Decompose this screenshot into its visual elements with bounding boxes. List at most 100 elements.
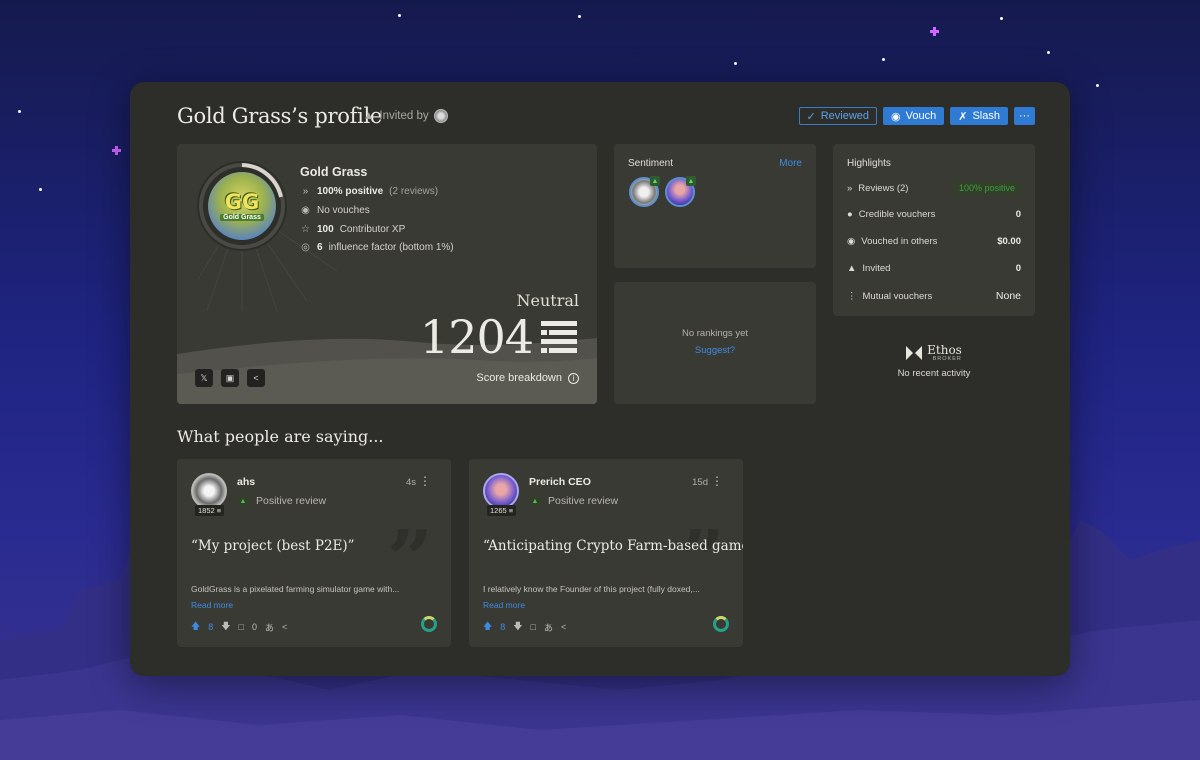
people-icon: ● (847, 209, 853, 220)
influence-icon: ◎ (301, 242, 310, 253)
star-icon: ☆ (301, 224, 310, 235)
translate-icon[interactable]: あ (265, 621, 274, 634)
highlight-mutual-vouchers[interactable]: ⋮ Mutual vouchers None (847, 290, 1021, 302)
suggest-link[interactable]: Suggest? (614, 345, 816, 356)
ethos-sub: BROKER (932, 356, 962, 362)
no-rankings-text: No rankings yet (681, 328, 748, 339)
review-snippet: GoldGrass is a pixelated farming simulat… (191, 584, 400, 594)
reviews-count: (2 reviews) (389, 186, 439, 197)
highlights-title: Highlights (847, 158, 891, 169)
review-type: ▲ Positive review (237, 495, 326, 507)
profile-avatar[interactable]: GG Gold Grass (208, 172, 276, 240)
profile-panel: Gold Grass’s profile ▲ Invited by ✓ Revi… (130, 82, 1070, 676)
social-links: 𝕏 ▣ < (195, 369, 265, 387)
positive-badge: 100% positive (952, 181, 1021, 195)
invite-icon: ▲ (363, 110, 375, 122)
comment-icon[interactable]: □ (531, 622, 536, 632)
vouch-icon: ◉ (847, 236, 856, 247)
slash-button[interactable]: ✗ Slash (950, 107, 1008, 125)
review-status-icon (421, 616, 437, 632)
review-footer: 🡅 8 🡇 □ あ < (483, 619, 566, 635)
inviter-avatar[interactable] (433, 109, 448, 123)
translate-icon[interactable]: あ (544, 621, 553, 634)
comment-icon[interactable]: □ (239, 622, 244, 632)
upvote-icon[interactable]: 🡅 (191, 619, 200, 635)
mutual-value: None (995, 290, 1021, 302)
avatar-text: GG (224, 189, 260, 214)
share-icon[interactable]: < (561, 622, 566, 632)
reviews-label: Reviews (2) (858, 182, 909, 194)
reviewed-button[interactable]: ✓ Reviewed (798, 107, 878, 125)
highlight-invited[interactable]: ▲ Invited 0 (847, 263, 1021, 274)
upvote-count: 8 (208, 622, 214, 632)
invite-icon: ▲ (847, 263, 857, 274)
reviewer-score-value: 1265 (490, 506, 507, 515)
review-type-label: Positive review (256, 495, 327, 507)
stat-xp: ☆ 100 Contributor XP (300, 224, 405, 235)
score-breakdown-label: Score breakdown (476, 372, 562, 384)
slash-label: Slash (972, 110, 1000, 122)
reviews-icon: » (302, 186, 309, 197)
highlight-vouched-in-others[interactable]: ◉ Vouched in others $0.00 (847, 236, 1021, 247)
reviewer-avatar[interactable] (191, 473, 227, 509)
section-title: What people are saying... (177, 427, 384, 446)
highlight-credible-vouchers[interactable]: ● Credible vouchers 0 (847, 209, 1021, 220)
review-menu-icon[interactable]: ⋮ (711, 474, 723, 488)
invited-by[interactable]: ▲ Invited by (363, 109, 448, 123)
upvote-icon[interactable]: 🡅 (483, 619, 492, 635)
read-more-link[interactable]: Read more (191, 600, 233, 610)
profile-actions: ✓ Reviewed ◉ Vouch ✗ Slash ··· (798, 107, 1035, 125)
downvote-icon[interactable]: 🡇 (221, 619, 230, 635)
wallet-icon[interactable]: ▣ (221, 369, 239, 387)
mutual-icon: ⋮ (847, 290, 857, 302)
no-activity-text: No recent activity (897, 368, 971, 379)
thumbs-up-icon: ▲ (686, 176, 696, 186)
downvote-icon[interactable]: 🡇 (513, 619, 522, 635)
sentiment-avatar-prerich[interactable]: ▲ (665, 176, 696, 207)
reviews-icon: » (847, 182, 853, 194)
ethos-broker: Ethos BROKER No recent activity (833, 344, 1035, 379)
profile-name: Gold Grass (300, 165, 368, 179)
share-icon[interactable]: < (247, 369, 265, 387)
review-status-icon (713, 616, 729, 632)
ethos-broker-logo[interactable]: Ethos BROKER (833, 344, 1035, 362)
review-card[interactable]: 1265 ≡ Prerich CEO ▲ Positive review 15d… (469, 459, 743, 647)
comment-count: 0 (251, 622, 257, 632)
reviewer-name[interactable]: ahs (237, 476, 255, 488)
thumbs-up-icon: ▲ (529, 495, 541, 507)
reviewer-avatar[interactable] (483, 473, 519, 509)
review-menu-icon[interactable]: ⋮ (419, 474, 431, 488)
reviewer-name[interactable]: Prerich CEO (529, 476, 591, 488)
reviewer-score: 1852 ≡ (195, 505, 225, 516)
stat-vouches: ◉ No vouches (300, 205, 370, 216)
score-card: GG Gold Grass Gold Grass » 100% positive… (177, 144, 597, 404)
review-time: 15d (692, 477, 708, 488)
read-more-link[interactable]: Read more (483, 600, 525, 610)
review-title: “Anticipating Crypto Farm-based game” (483, 538, 743, 554)
ethos-name: Ethos (927, 343, 962, 357)
vouch-button[interactable]: ◉ Vouch (883, 107, 945, 125)
more-actions-button[interactable]: ··· (1014, 107, 1035, 125)
ethos-score-icon (541, 321, 577, 353)
sentiment-more-link[interactable]: More (779, 158, 802, 169)
more-icon: ··· (1019, 110, 1030, 122)
credible-label: Credible vouchers (858, 209, 936, 220)
influence-value: 6 (317, 242, 323, 253)
mutual-label: Mutual vouchers (862, 290, 933, 302)
review-snippet: I relatively know the Founder of this pr… (483, 584, 700, 594)
score-level: Neutral (516, 291, 579, 310)
review-card[interactable]: 1852 ≡ ahs ▲ Positive review 4s ⋮ ” “My … (177, 459, 451, 647)
invited-label: Invited (862, 263, 891, 274)
highlight-reviews[interactable]: » Reviews (2) 100% positive (847, 181, 1021, 195)
score-breakdown-link[interactable]: Score breakdown i (476, 372, 579, 384)
check-icon: ✓ (806, 110, 816, 123)
stat-influence: ◎ 6 influence factor (bottom 1%) (300, 242, 454, 253)
rankings-card: No rankings yet Suggest? (614, 282, 816, 404)
x-twitter-icon[interactable]: 𝕏 (195, 369, 213, 387)
stat-positive: » 100% positive (2 reviews) (300, 186, 438, 197)
share-icon[interactable]: < (282, 622, 287, 632)
sentiment-title: Sentiment (628, 158, 674, 169)
xp-value: 100 (317, 224, 334, 235)
xp-label: Contributor XP (339, 224, 406, 235)
sentiment-avatar-ahs[interactable]: ▲ (629, 176, 660, 207)
